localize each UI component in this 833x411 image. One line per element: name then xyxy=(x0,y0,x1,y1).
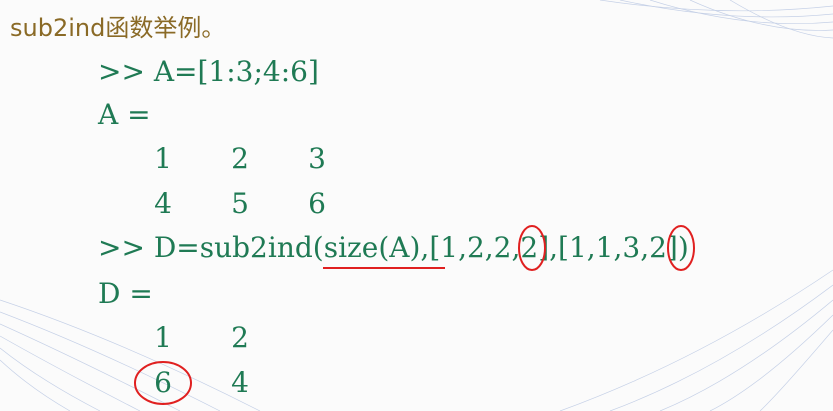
matrix-a-cell: 3 xyxy=(308,142,326,175)
matrix-a-cell: 1 xyxy=(154,142,172,175)
command-create-matrix: >> A=[1:3;4:6] xyxy=(98,55,319,88)
command-sub2ind: >> D=sub2ind(size(A),[1,2,2,2],[1,1,3,2]… xyxy=(98,231,689,264)
matrix-d-cell: 1 xyxy=(154,321,172,354)
matrix-a-cell: 2 xyxy=(231,142,249,175)
variable-a-label: A = xyxy=(98,98,151,131)
matrix-a-cell: 5 xyxy=(231,187,249,220)
matrix-d-cell: 4 xyxy=(231,366,249,399)
matrix-a-cell: 4 xyxy=(154,187,172,220)
slide-title: sub2ind函数举例。 xyxy=(10,14,226,42)
matrix-d-cell: 2 xyxy=(231,321,249,354)
matrix-a-cell: 6 xyxy=(308,187,326,220)
variable-d-label: D = xyxy=(98,277,153,310)
matrix-d-cell: 6 xyxy=(154,366,172,399)
